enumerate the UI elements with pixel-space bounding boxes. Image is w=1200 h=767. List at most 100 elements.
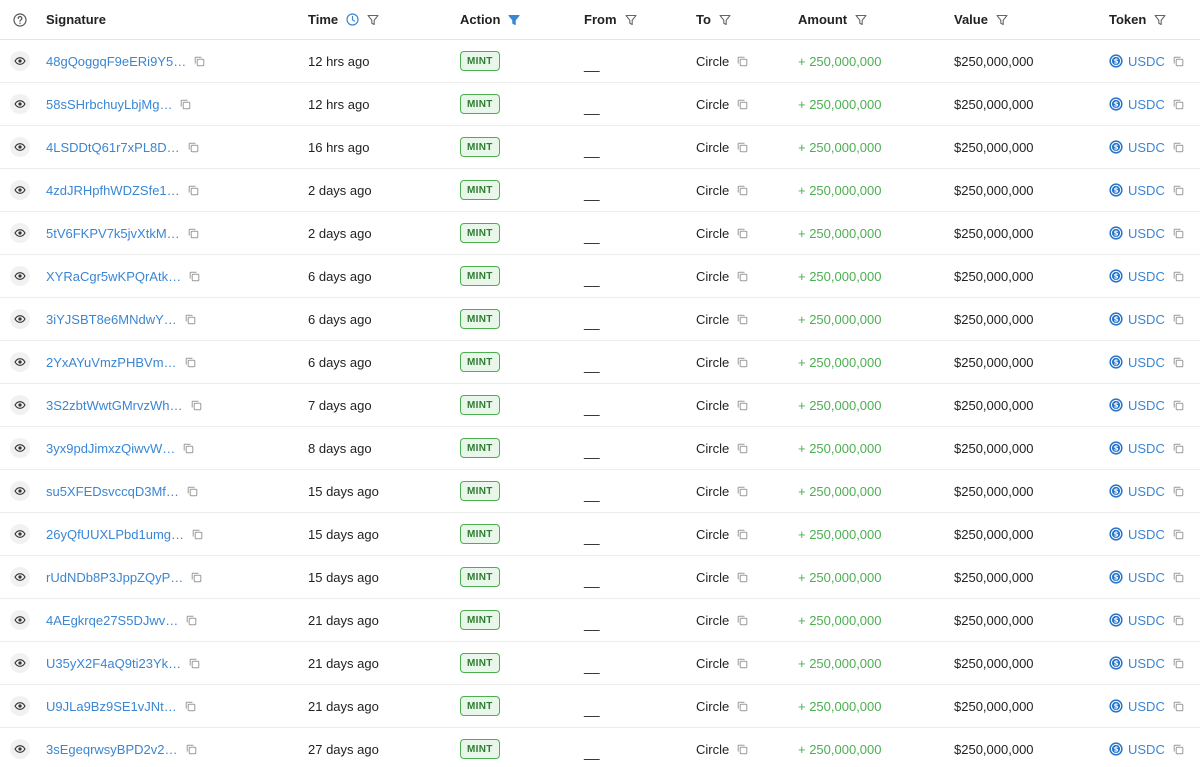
copy-icon[interactable] [1173, 529, 1184, 540]
eye-icon[interactable] [10, 180, 30, 200]
copy-icon[interactable] [191, 572, 202, 583]
copy-icon[interactable] [737, 271, 748, 282]
copy-icon[interactable] [737, 314, 748, 325]
copy-icon[interactable] [1173, 486, 1184, 497]
copy-icon[interactable] [189, 658, 200, 669]
copy-icon[interactable] [737, 744, 748, 755]
signature-link[interactable]: 26yQfUUXLPbd1umg… [46, 527, 184, 542]
copy-icon[interactable] [192, 529, 203, 540]
clock-icon[interactable] [346, 13, 359, 26]
copy-icon[interactable] [737, 572, 748, 583]
filter-icon[interactable] [624, 14, 637, 26]
copy-icon[interactable] [185, 314, 196, 325]
signature-link[interactable]: 3sEgeqrwsyBPD2v2… [46, 742, 178, 757]
signature-link[interactable]: 58sSHrbchuyLbjMg… [46, 97, 172, 112]
copy-icon[interactable] [1173, 443, 1184, 454]
token-link[interactable]: USDC [1128, 140, 1165, 155]
eye-icon[interactable] [10, 137, 30, 157]
copy-icon[interactable] [1173, 271, 1184, 282]
eye-icon[interactable] [10, 51, 30, 71]
copy-icon[interactable] [185, 357, 196, 368]
copy-icon[interactable] [1173, 744, 1184, 755]
signature-link[interactable]: 4zdJRHpfhWDZSfe1… [46, 183, 180, 198]
token-link[interactable]: USDC [1128, 54, 1165, 69]
token-link[interactable]: USDC [1128, 312, 1165, 327]
filter-icon[interactable] [719, 14, 731, 26]
eye-icon[interactable] [10, 309, 30, 329]
copy-icon[interactable] [1173, 400, 1184, 411]
help-icon[interactable] [13, 12, 27, 27]
signature-link[interactable]: 3yx9pdJimxzQiwvW… [46, 441, 175, 456]
filter-icon[interactable] [855, 14, 867, 26]
eye-icon[interactable] [10, 524, 30, 544]
filter-icon[interactable] [1154, 14, 1166, 26]
copy-icon[interactable] [737, 615, 748, 626]
eye-icon[interactable] [10, 438, 30, 458]
copy-icon[interactable] [737, 56, 748, 67]
token-link[interactable]: USDC [1128, 742, 1165, 757]
signature-link[interactable]: 4AEgkrqe27S5DJwv… [46, 613, 178, 628]
signature-link[interactable]: su5XFEDsvccqD3Mf… [46, 484, 179, 499]
token-link[interactable]: USDC [1128, 613, 1165, 628]
eye-icon[interactable] [10, 94, 30, 114]
copy-icon[interactable] [186, 615, 197, 626]
token-link[interactable]: USDC [1128, 97, 1165, 112]
copy-icon[interactable] [737, 142, 748, 153]
copy-icon[interactable] [737, 701, 748, 712]
token-link[interactable]: USDC [1128, 527, 1165, 542]
eye-icon[interactable] [10, 610, 30, 630]
copy-icon[interactable] [1173, 572, 1184, 583]
copy-icon[interactable] [186, 744, 197, 755]
copy-icon[interactable] [1173, 357, 1184, 368]
copy-icon[interactable] [737, 99, 748, 110]
filter-icon[interactable] [996, 14, 1008, 26]
token-link[interactable]: USDC [1128, 441, 1165, 456]
copy-icon[interactable] [737, 228, 748, 239]
token-link[interactable]: USDC [1128, 699, 1165, 714]
copy-icon[interactable] [1173, 658, 1184, 669]
copy-icon[interactable] [737, 357, 748, 368]
copy-icon[interactable] [737, 529, 748, 540]
signature-link[interactable]: U35yX2F4aQ9ti23Yk… [46, 656, 181, 671]
copy-icon[interactable] [188, 228, 199, 239]
signature-link[interactable]: 2YxAYuVmzPHBVm… [46, 355, 177, 370]
eye-icon[interactable] [10, 696, 30, 716]
eye-icon[interactable] [10, 653, 30, 673]
eye-icon[interactable] [10, 481, 30, 501]
filter-icon[interactable] [367, 14, 379, 26]
copy-icon[interactable] [1173, 228, 1184, 239]
copy-icon[interactable] [183, 443, 194, 454]
token-link[interactable]: USDC [1128, 398, 1165, 413]
copy-icon[interactable] [1173, 701, 1184, 712]
copy-icon[interactable] [1173, 314, 1184, 325]
token-link[interactable]: USDC [1128, 570, 1165, 585]
signature-link[interactable]: 3iYJSBT8e6MNdwY… [46, 312, 177, 327]
eye-icon[interactable] [10, 352, 30, 372]
copy-icon[interactable] [737, 185, 748, 196]
signature-link[interactable]: rUdNDb8P3JppZQyP… [46, 570, 183, 585]
signature-link[interactable]: 48gQoggqF9eERi9Y5… [46, 54, 186, 69]
copy-icon[interactable] [194, 56, 205, 67]
copy-icon[interactable] [737, 443, 748, 454]
signature-link[interactable]: U9JLa9Bz9SE1vJNt… [46, 699, 177, 714]
copy-icon[interactable] [191, 400, 202, 411]
signature-link[interactable]: 4LSDDtQ61r7xPL8D… [46, 140, 180, 155]
token-link[interactable]: USDC [1128, 656, 1165, 671]
copy-icon[interactable] [187, 486, 198, 497]
copy-icon[interactable] [1173, 185, 1184, 196]
copy-icon[interactable] [1173, 615, 1184, 626]
token-link[interactable]: USDC [1128, 355, 1165, 370]
copy-icon[interactable] [180, 99, 191, 110]
signature-link[interactable]: XYRaCgr5wKPQrAtk… [46, 269, 181, 284]
copy-icon[interactable] [737, 658, 748, 669]
eye-icon[interactable] [10, 739, 30, 759]
token-link[interactable]: USDC [1128, 269, 1165, 284]
copy-icon[interactable] [1173, 142, 1184, 153]
eye-icon[interactable] [10, 223, 30, 243]
eye-icon[interactable] [10, 395, 30, 415]
copy-icon[interactable] [1173, 56, 1184, 67]
eye-icon[interactable] [10, 266, 30, 286]
token-link[interactable]: USDC [1128, 484, 1165, 499]
copy-icon[interactable] [189, 271, 200, 282]
signature-link[interactable]: 5tV6FKPV7k5jvXtkM… [46, 226, 180, 241]
